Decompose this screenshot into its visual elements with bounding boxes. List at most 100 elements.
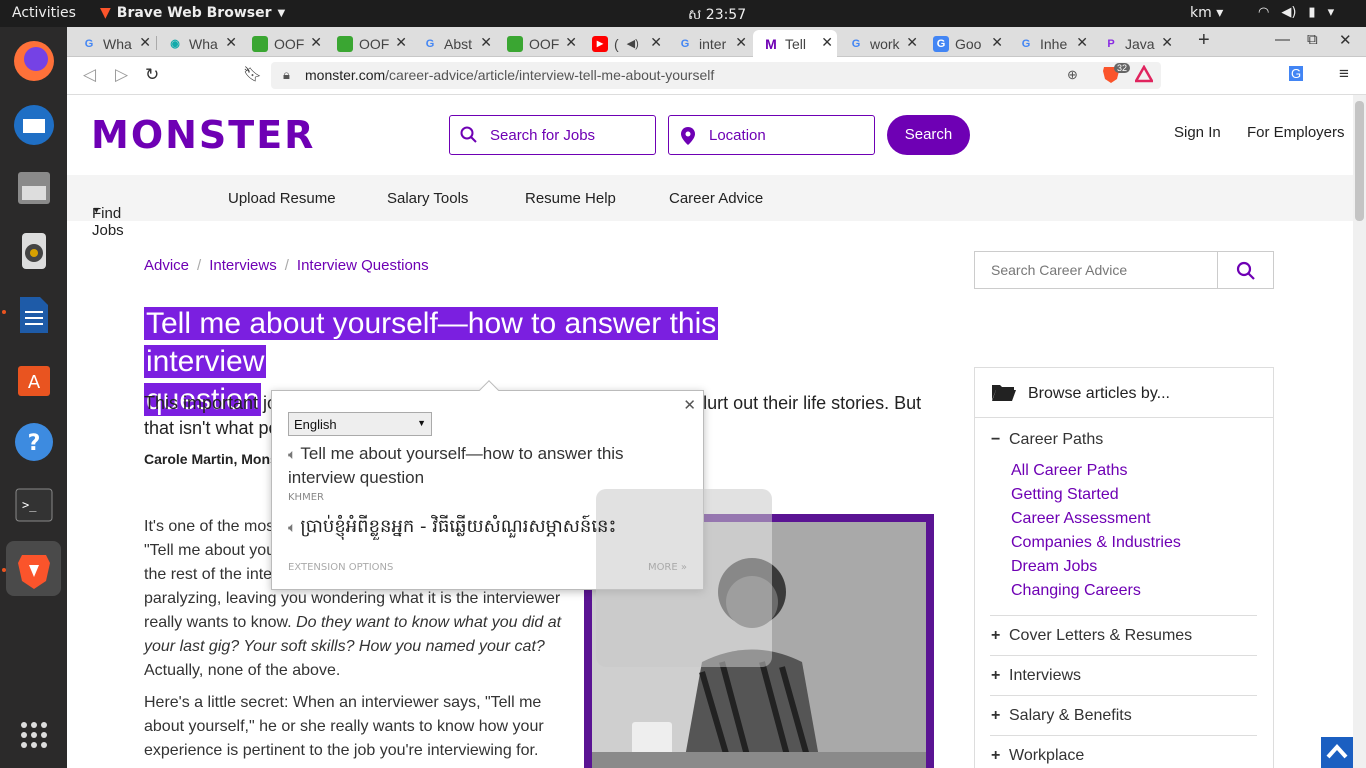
link-dream-jobs[interactable]: Dream Jobs: [1011, 558, 1097, 576]
category-cover-letters-resumes[interactable]: + Cover Letters & Resumes: [991, 627, 1192, 645]
lock-icon[interactable]: 🔒︎: [283, 67, 290, 83]
page-scrollbar[interactable]: [1353, 95, 1366, 768]
close-icon[interactable]: ✕: [480, 34, 492, 51]
tab-label: OOF: [274, 35, 305, 52]
activities-button[interactable]: Activities: [12, 5, 76, 21]
target-language-select[interactable]: English ▼: [288, 412, 432, 436]
for-employers-link[interactable]: For Employers: [1247, 124, 1345, 141]
clock[interactable]: ស 23:57: [688, 5, 746, 26]
breadcrumb-interviews[interactable]: Interviews: [209, 257, 277, 274]
link-changing-careers[interactable]: Changing Careers: [1011, 582, 1141, 600]
search-icon[interactable]: [1236, 261, 1256, 286]
back-icon[interactable]: ◁: [83, 65, 96, 85]
tab[interactable]: Gwork ✕: [838, 30, 922, 57]
file-cabinet-icon[interactable]: [6, 160, 61, 215]
link-getting-started[interactable]: Getting Started: [1011, 486, 1119, 504]
tab[interactable]: OOF ✕: [497, 30, 581, 57]
monster-logo[interactable]: MONSTER: [91, 113, 315, 157]
article-author[interactable]: Carole Martin, Monst: [144, 451, 282, 467]
help-icon[interactable]: ?: [6, 414, 61, 469]
tab-active[interactable]: M Tell ✕: [753, 30, 837, 57]
forward-icon[interactable]: ▷: [115, 65, 128, 85]
keyboard-layout-indicator[interactable]: km ▾: [1190, 5, 1223, 21]
brave-browser-icon[interactable]: [6, 541, 61, 596]
nav-resume-help[interactable]: Resume Help: [525, 190, 616, 207]
terminal-icon[interactable]: >_: [6, 477, 61, 532]
link-companies-industries[interactable]: Companies & Industries: [1011, 534, 1181, 552]
lede-text: olurt out their life stories. But: [693, 393, 922, 413]
category-career-paths[interactable]: − Career Paths: [991, 431, 1103, 449]
tab[interactable]: Ginter ✕: [667, 30, 751, 57]
url-bar[interactable]: 🔒︎ monster.com/career-advice/article/int…: [271, 62, 1161, 89]
close-icon[interactable]: ✕: [650, 34, 662, 51]
close-icon[interactable]: ✕: [906, 34, 918, 51]
firefox-icon[interactable]: [6, 33, 61, 88]
tab[interactable]: OOF ✕: [242, 30, 326, 57]
bookmark-icon[interactable]: 🔖︎: [243, 65, 262, 83]
close-icon[interactable]: ✕: [1161, 34, 1173, 51]
close-icon[interactable]: ✕: [821, 34, 833, 51]
app-menu[interactable]: ▼ Brave Web Browser ▼: [100, 5, 285, 21]
speaker-icon[interactable]: [6, 223, 61, 278]
close-icon[interactable]: ✕: [225, 34, 237, 51]
category-salary-benefits[interactable]: + Salary & Benefits: [991, 707, 1132, 725]
nav-career-advice[interactable]: Career Advice: [669, 190, 763, 207]
close-window-icon[interactable]: ✕: [1339, 31, 1352, 49]
extension-options-link[interactable]: EXTENSION OPTIONS: [288, 562, 393, 573]
breadcrumb-interview-questions[interactable]: Interview Questions: [297, 257, 429, 274]
close-icon[interactable]: ✕: [735, 34, 747, 51]
close-icon[interactable]: ✕: [310, 34, 322, 51]
link-career-assessment[interactable]: Career Assessment: [1011, 510, 1151, 528]
divider: [990, 655, 1257, 656]
tab[interactable]: ◉ Wha ✕: [157, 30, 241, 57]
tab[interactable]: G Wha ✕: [71, 30, 155, 57]
speaker-icon[interactable]: 🔈︎: [288, 520, 296, 536]
close-icon[interactable]: ✕: [683, 396, 696, 414]
close-icon[interactable]: ✕: [139, 34, 151, 51]
search-jobs-input[interactable]: Search for Jobs: [449, 115, 656, 155]
tab[interactable]: G Abst ✕: [412, 30, 496, 57]
minimize-icon[interactable]: —: [1275, 31, 1290, 48]
tab[interactable]: P Java ✕: [1093, 30, 1177, 57]
tab[interactable]: ▶ (◀) ✕: [582, 30, 666, 57]
new-tab-button[interactable]: +: [1198, 29, 1210, 52]
software-store-icon[interactable]: A: [6, 350, 61, 405]
close-icon[interactable]: ✕: [395, 34, 407, 51]
lede-text: that isn't what po: [144, 418, 279, 438]
brave-rewards-icon[interactable]: [1133, 64, 1155, 88]
close-icon[interactable]: ✕: [565, 34, 577, 51]
menu-icon[interactable]: ≡: [1339, 64, 1349, 84]
breadcrumb-advice[interactable]: Advice: [144, 257, 189, 274]
close-icon[interactable]: ✕: [991, 34, 1003, 51]
sign-in-link[interactable]: Sign In: [1174, 124, 1221, 141]
show-apps-icon[interactable]: [6, 707, 61, 762]
tab[interactable]: G Goo ✕: [923, 30, 1007, 57]
google-icon: G: [1021, 37, 1031, 50]
category-interviews[interactable]: + Interviews: [991, 667, 1081, 685]
location-input[interactable]: Location: [668, 115, 875, 155]
maximize-icon[interactable]: ⧉: [1307, 31, 1318, 48]
career-advice-search[interactable]: Search Career Advice: [974, 251, 1274, 289]
writer-document-icon[interactable]: [6, 287, 61, 342]
reload-icon[interactable]: ↻: [145, 65, 159, 85]
tab[interactable]: OOF ✕: [327, 30, 411, 57]
link-all-career-paths[interactable]: All Career Paths: [1011, 462, 1128, 480]
close-icon[interactable]: ✕: [1076, 34, 1088, 51]
tab-label: Wha: [189, 35, 218, 52]
scrollbar-thumb[interactable]: [1355, 101, 1364, 221]
category-workplace[interactable]: + Workplace: [991, 747, 1084, 765]
more-link[interactable]: MORE »: [648, 562, 687, 573]
nav-upload-resume[interactable]: Upload Resume: [228, 190, 336, 207]
tab[interactable]: G Inhe ✕: [1008, 30, 1092, 57]
thunderbird-icon[interactable]: [6, 97, 61, 152]
speaker-icon[interactable]: 🔈︎: [288, 446, 296, 462]
url-text: monster.com/career-advice/article/interv…: [305, 67, 714, 83]
audio-playing-icon[interactable]: ◀): [627, 37, 639, 50]
nav-salary-tools[interactable]: Salary Tools: [387, 190, 468, 207]
svg-text:?: ?: [27, 431, 40, 456]
translate-extension-icon[interactable]: G: [1289, 66, 1304, 81]
system-menu[interactable]: ◠ ◀) ▮ ▾: [1258, 5, 1334, 20]
search-button[interactable]: Search: [887, 115, 970, 155]
zoom-icon[interactable]: ⊕: [1067, 67, 1078, 83]
scroll-to-top-button[interactable]: [1321, 737, 1353, 768]
